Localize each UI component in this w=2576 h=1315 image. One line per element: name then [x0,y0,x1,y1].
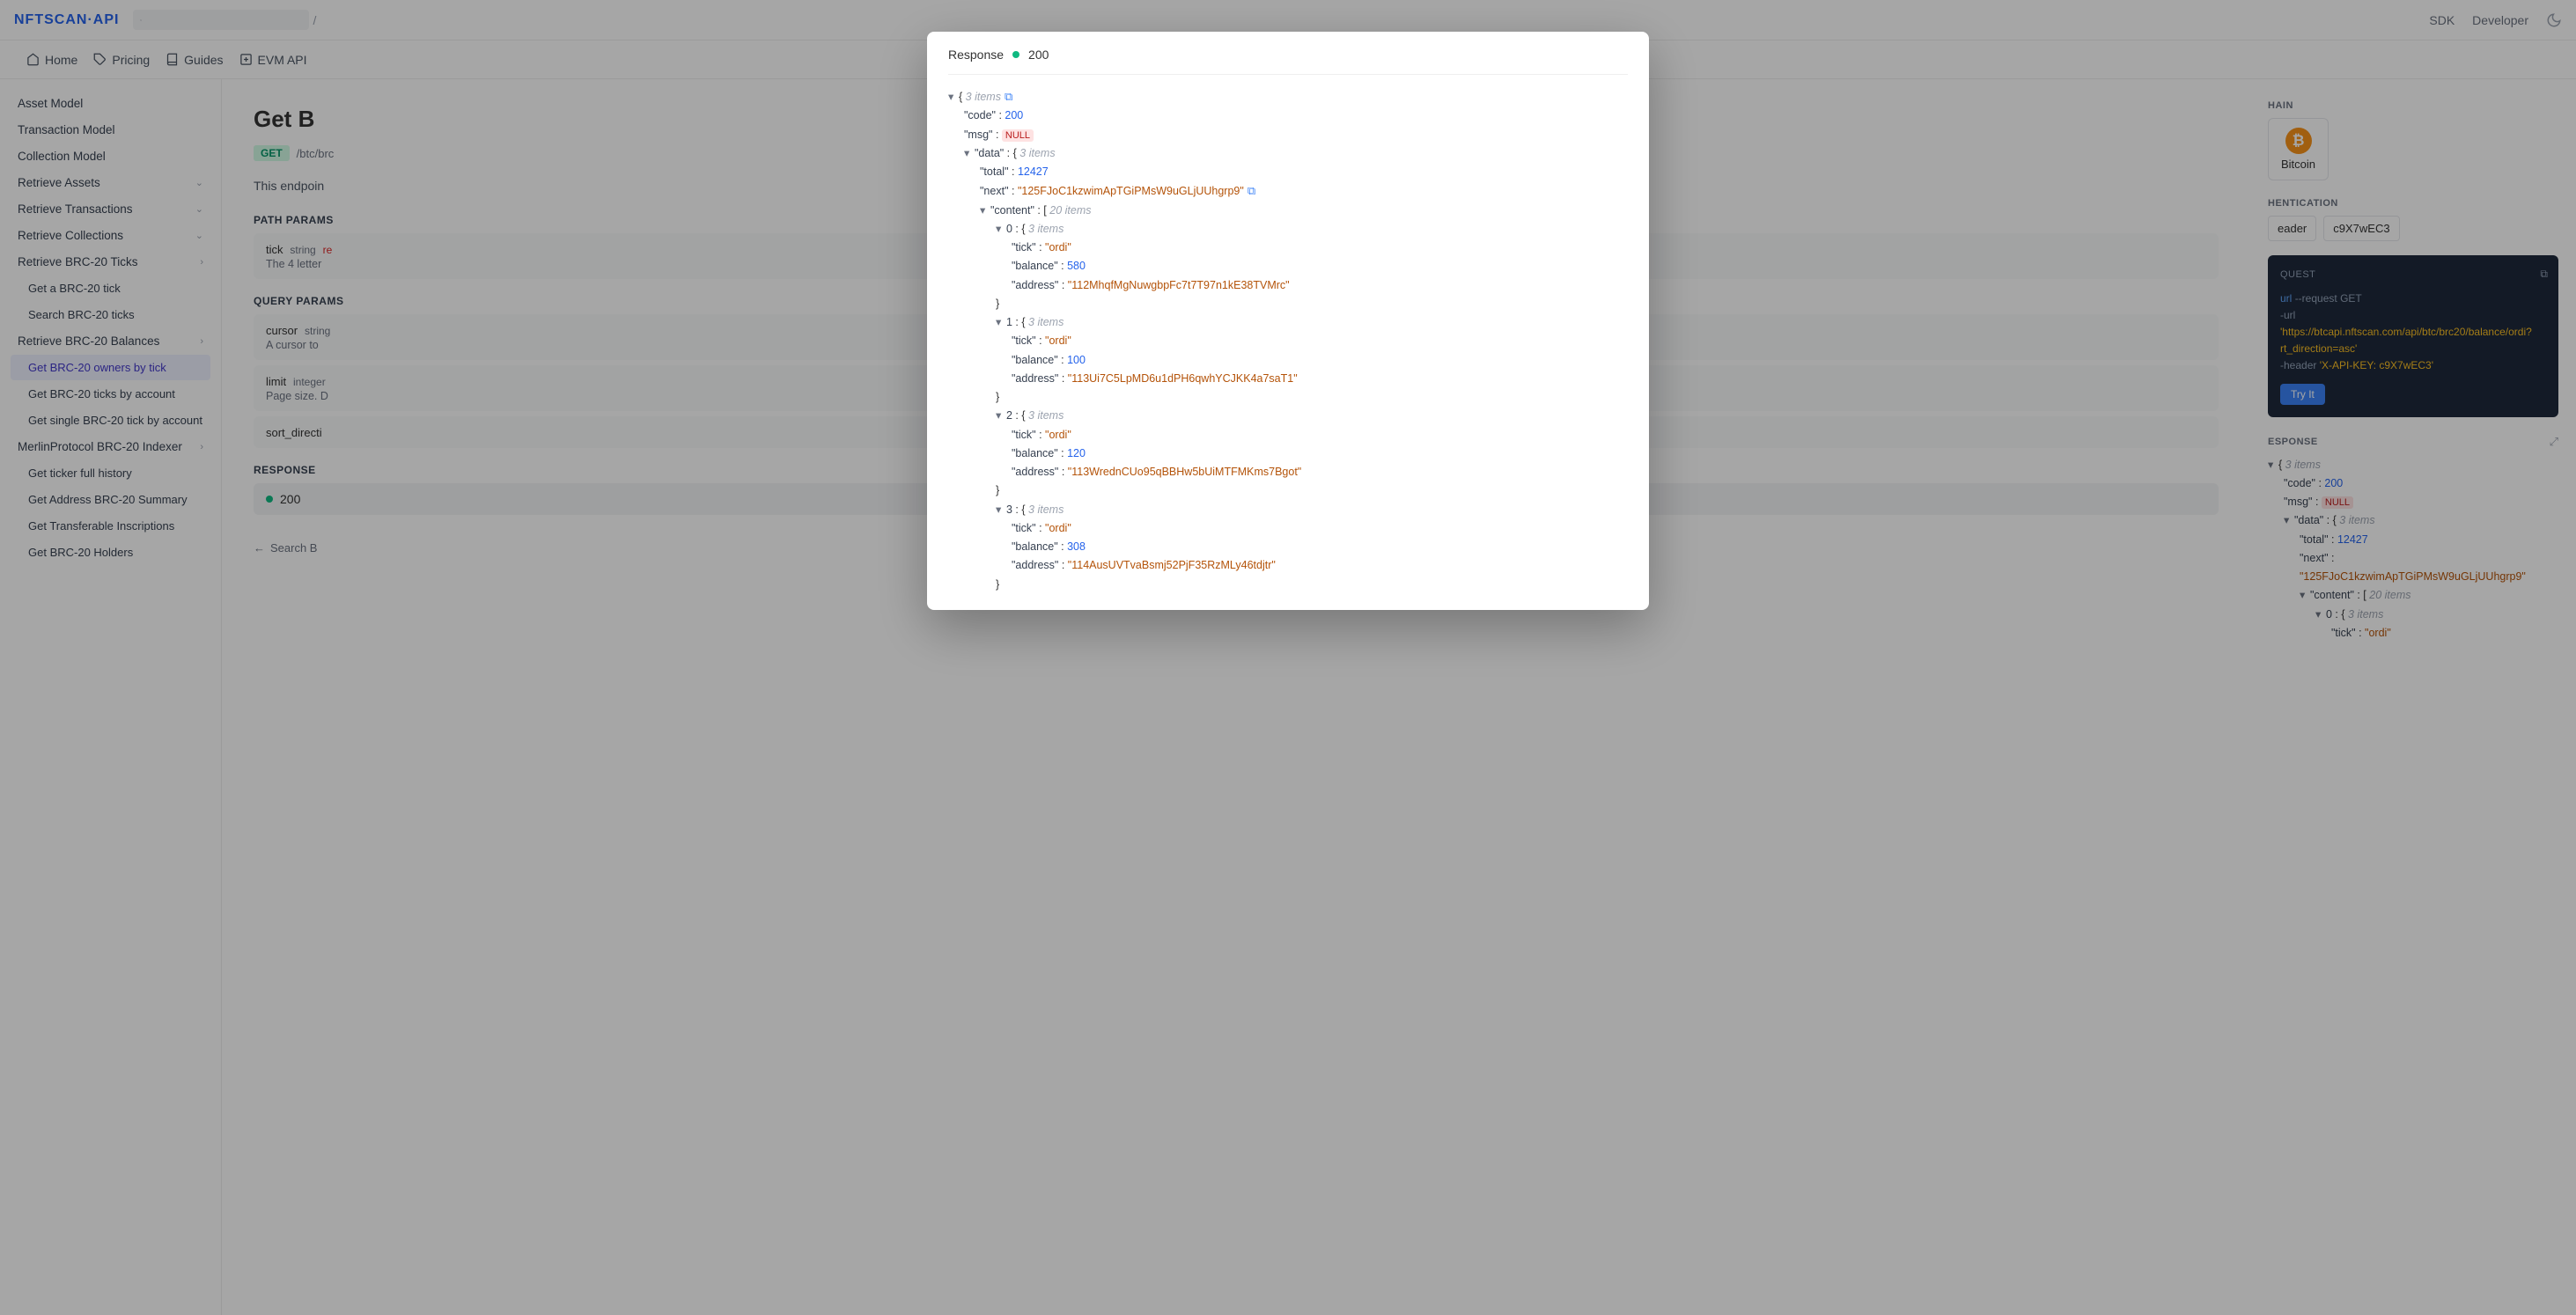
copy-icon[interactable]: ⧉ [1005,90,1012,103]
status-dot-icon [1012,51,1019,58]
copy-icon[interactable]: ⧉ [1248,184,1255,197]
modal-code: 200 [1028,48,1049,62]
modal-overlay[interactable]: Response 200 ▾{ 3 items⧉"code" : 200"msg… [0,0,2576,1315]
response-json-modal: ▾{ 3 items⧉"code" : 200"msg" : NULL▾"dat… [948,87,1628,594]
modal-label: Response [948,48,1004,62]
response-modal: Response 200 ▾{ 3 items⧉"code" : 200"msg… [927,32,1649,610]
